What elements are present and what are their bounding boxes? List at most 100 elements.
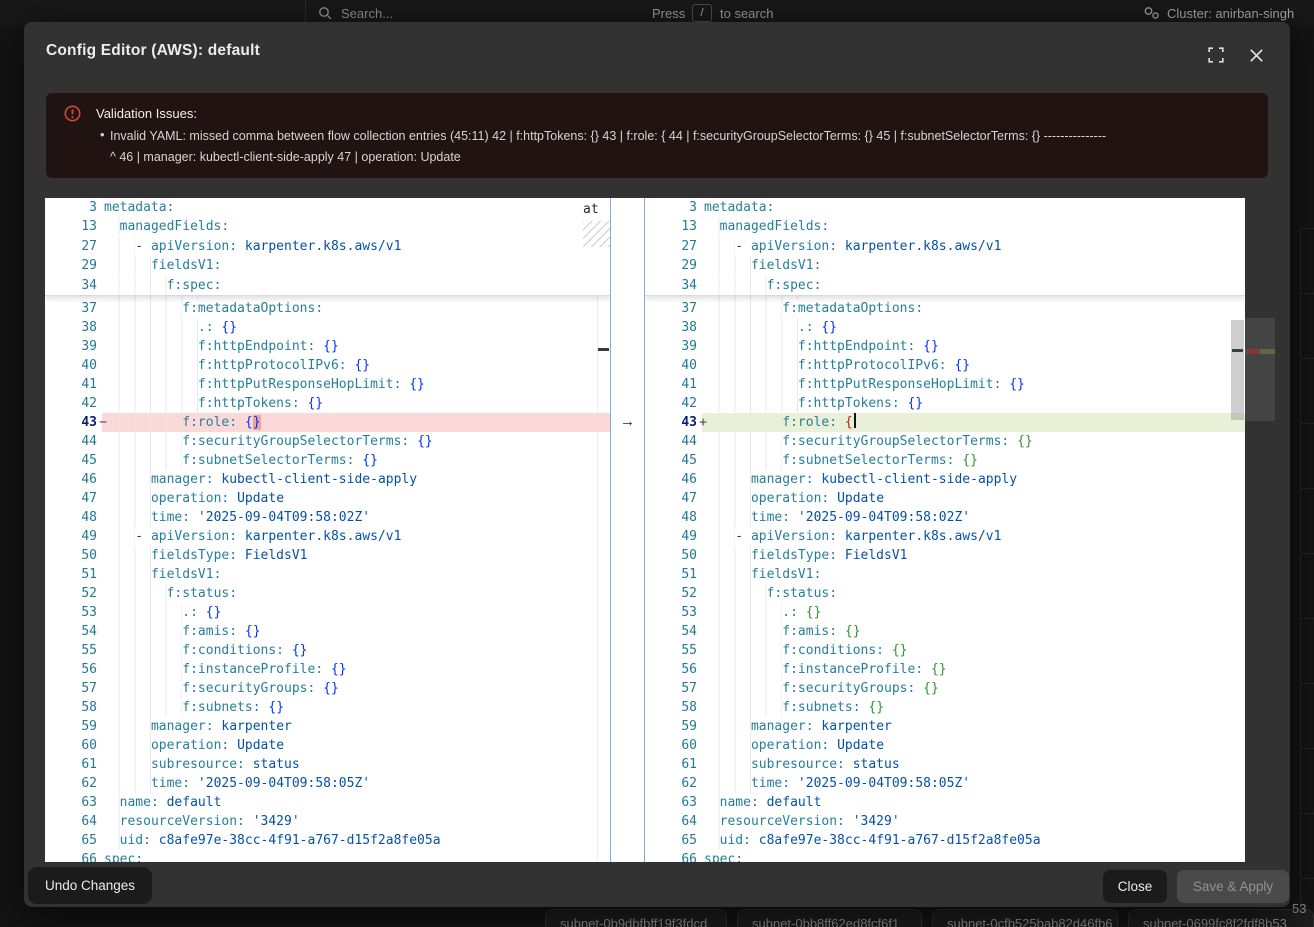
code-line[interactable]: 49- apiVersion: karpenter.k8s.aws/v1	[45, 527, 610, 546]
overview-ruler-viewport[interactable]	[1245, 318, 1275, 421]
code-line[interactable]: 51fieldsV1:	[45, 565, 610, 584]
code-line[interactable]: 27- apiVersion: karpenter.k8s.aws/v1	[45, 237, 610, 256]
code-line[interactable]: 47operation: Update	[645, 489, 1245, 508]
code-line[interactable]: 60operation: Update	[45, 736, 610, 755]
line-number: 41	[45, 375, 97, 394]
code-line[interactable]: 61subresource: status	[45, 755, 610, 774]
search-input[interactable]: Search...	[341, 6, 393, 21]
code-line[interactable]: 64resourceVersion: '3429'	[45, 812, 610, 831]
code-line[interactable]: 45f:subnetSelectorTerms: {}	[645, 451, 1245, 470]
code-line[interactable]: 62time: '2025-09-04T09:58:05Z'	[45, 774, 610, 793]
diff-original-pane[interactable]: 36f:amiSelectorTerms: {}37f:metadataOpti…	[45, 198, 610, 862]
code-line[interactable]: 55f:conditions: {}	[645, 641, 1245, 660]
code-line[interactable]: 58f:subnets: {}	[45, 698, 610, 717]
line-number: 34	[645, 276, 697, 295]
code-line[interactable]: 56f:instanceProfile: {}	[645, 660, 1245, 679]
scrollbar-thumb[interactable]	[1231, 320, 1244, 420]
code-line[interactable]: 27- apiVersion: karpenter.k8s.aws/v1	[645, 237, 1245, 256]
code-line[interactable]: 48time: '2025-09-04T09:58:02Z'	[645, 508, 1245, 527]
code-line[interactable]: 62time: '2025-09-04T09:58:05Z'	[645, 774, 1245, 793]
code-line[interactable]: 52f:status:	[645, 584, 1245, 603]
code-line[interactable]: 51fieldsV1:	[645, 565, 1245, 584]
code-line[interactable]: 47operation: Update	[45, 489, 610, 508]
indent-guides	[704, 812, 720, 831]
code-line[interactable]: 29fieldsV1:	[45, 256, 610, 275]
code-line[interactable]: 3metadata:	[645, 198, 1245, 217]
code-line[interactable]: 40f:httpProtocolIPv6: {}	[645, 356, 1245, 375]
code-line[interactable]: 65uid: c8afe97e-38cc-4f91-a767-d15f2a8fe…	[45, 831, 610, 850]
code-line[interactable]: 50fieldsType: FieldsV1	[45, 546, 610, 565]
fullscreen-button[interactable]	[1204, 43, 1228, 67]
line-number: 62	[645, 774, 697, 793]
code-line[interactable]: 63name: default	[45, 793, 610, 812]
yaml-diff-editor[interactable]: 36f:amiSelectorTerms: {}37f:metadataOpti…	[45, 198, 1245, 862]
code-line[interactable]: 34f:spec:	[645, 276, 1245, 295]
code-line[interactable]: 64resourceVersion: '3429'	[645, 812, 1245, 831]
line-number: 43	[645, 413, 697, 432]
code-line[interactable]: 42f:httpTokens: {}	[645, 394, 1245, 413]
code-line[interactable]: 66spec:	[645, 850, 1245, 862]
code-line[interactable]: 46manager: kubectl-client-side-apply	[645, 470, 1245, 489]
code-line[interactable]: 52f:status:	[45, 584, 610, 603]
cluster-selector[interactable]: Cluster: anirban-singh	[1167, 6, 1294, 21]
code-line[interactable]: 13managedFields:	[645, 217, 1245, 236]
code-line[interactable]: 54f:amis: {}	[645, 622, 1245, 641]
code-line[interactable]: 53.: {}	[45, 603, 610, 622]
code-line[interactable]: 59manager: karpenter	[45, 717, 610, 736]
code-text: manager: kubectl-client-side-apply	[704, 470, 1245, 489]
code-line[interactable]: 3metadata:	[45, 198, 610, 217]
indent-guides	[704, 698, 782, 717]
save-apply-button[interactable]: Save & Apply	[1177, 870, 1289, 903]
code-line[interactable]: 38.: {}	[645, 318, 1245, 337]
code-line[interactable]: 29fieldsV1:	[645, 256, 1245, 275]
code-line[interactable]: 57f:securityGroups: {}	[645, 679, 1245, 698]
code-line[interactable]: 66spec:	[45, 850, 610, 862]
code-line[interactable]: 41f:httpPutResponseHopLimit: {}	[645, 375, 1245, 394]
code-line[interactable]: 39f:httpEndpoint: {}	[645, 337, 1245, 356]
code-line[interactable]: 45f:subnetSelectorTerms: {}	[45, 451, 610, 470]
code-line[interactable]: 43−f:role: {}	[45, 413, 610, 432]
code-line[interactable]: 65uid: c8afe97e-38cc-4f91-a767-d15f2a8fe…	[645, 831, 1245, 850]
code-line[interactable]: 48time: '2025-09-04T09:58:02Z'	[45, 508, 610, 527]
diff-modified-pane[interactable]: 36f:amiSelectorTerms: {}37f:metadataOpti…	[645, 198, 1245, 862]
code-line[interactable]: 37f:metadataOptions:	[645, 299, 1245, 318]
indent-guides	[104, 660, 182, 679]
code-line[interactable]: 44f:securityGroupSelectorTerms: {}	[645, 432, 1245, 451]
code-line[interactable]: 46manager: kubectl-client-side-apply	[45, 470, 610, 489]
code-line[interactable]: 43+f:role: {	[645, 413, 1245, 432]
code-line[interactable]: 41f:httpPutResponseHopLimit: {}	[45, 375, 610, 394]
code-line[interactable]: 38.: {}	[45, 318, 610, 337]
code-line[interactable]: 60operation: Update	[645, 736, 1245, 755]
indent-guides	[704, 755, 751, 774]
undo-changes-button[interactable]: Undo Changes	[28, 867, 152, 904]
error-icon	[64, 105, 81, 122]
code-text: name: default	[704, 793, 1245, 812]
code-line[interactable]: 53.: {}	[645, 603, 1245, 622]
code-line[interactable]: 37f:metadataOptions:	[45, 299, 610, 318]
indent-guides	[704, 831, 720, 850]
code-line[interactable]: 57f:securityGroups: {}	[45, 679, 610, 698]
collapsed-region-widget[interactable]: at	[583, 200, 610, 250]
code-line[interactable]: 59manager: karpenter	[645, 717, 1245, 736]
close-dialog-button[interactable]: Close	[1103, 870, 1167, 903]
revert-change-arrow-icon[interactable]: →	[611, 413, 644, 432]
code-line[interactable]: 56f:instanceProfile: {}	[45, 660, 610, 679]
code-line[interactable]: 63name: default	[645, 793, 1245, 812]
indent-guides	[704, 774, 751, 793]
code-line[interactable]: 49- apiVersion: karpenter.k8s.aws/v1	[645, 527, 1245, 546]
code-line[interactable]: 42f:httpTokens: {}	[45, 394, 610, 413]
code-line[interactable]: 58f:subnets: {}	[645, 698, 1245, 717]
code-line[interactable]: 40f:httpProtocolIPv6: {}	[45, 356, 610, 375]
code-line[interactable]: 44f:securityGroupSelectorTerms: {}	[45, 432, 610, 451]
code-line[interactable]: 34f:spec:	[45, 276, 610, 295]
code-line[interactable]: 61subresource: status	[645, 755, 1245, 774]
diff-overview-ruler[interactable]	[1245, 198, 1275, 862]
code-line[interactable]: 13managedFields:	[45, 217, 610, 236]
code-line[interactable]: 55f:conditions: {}	[45, 641, 610, 660]
close-button[interactable]	[1244, 43, 1268, 67]
code-line[interactable]: 50fieldsType: FieldsV1	[645, 546, 1245, 565]
code-line[interactable]: 54f:amis: {}	[45, 622, 610, 641]
code-text: f:httpTokens: {}	[704, 394, 1245, 413]
code-line[interactable]: 39f:httpEndpoint: {}	[45, 337, 610, 356]
indent-guides	[704, 641, 782, 660]
